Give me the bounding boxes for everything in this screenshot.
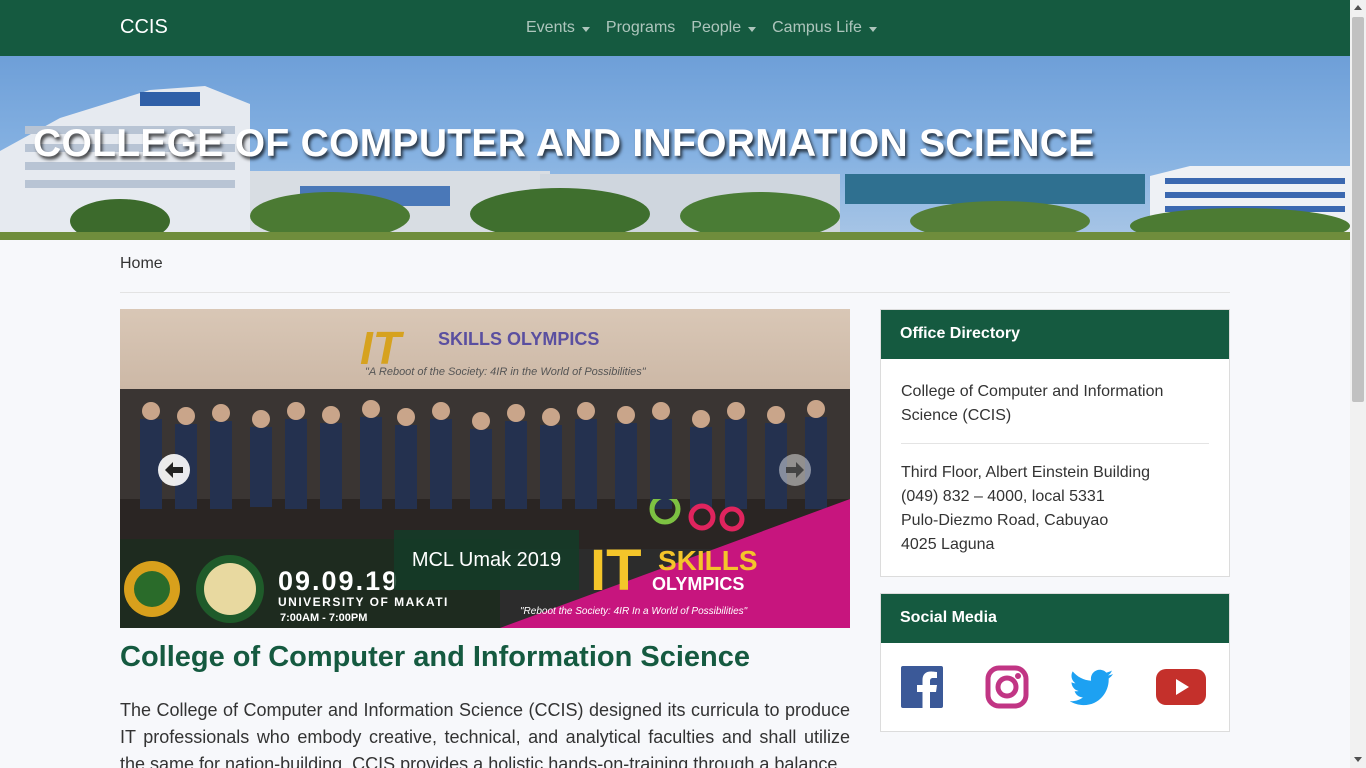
- caret-down-icon: [868, 26, 877, 32]
- caret-down-icon: [581, 26, 590, 32]
- carousel-caption: MCL Umak 2019: [394, 530, 579, 590]
- youtube-icon[interactable]: [1155, 665, 1207, 709]
- nav-programs-label: Programs: [605, 19, 676, 36]
- nav-campus-life[interactable]: Campus Life: [764, 19, 885, 37]
- event-carousel[interactable]: IT SKILLS OLYMPICS "A Reboot of the Soci…: [120, 309, 850, 628]
- arrow-left-icon: [165, 462, 183, 478]
- slide-time: 7:00AM - 7:00PM: [280, 612, 368, 624]
- social-icons-row: [900, 665, 1212, 709]
- address-line: 4025 Laguna: [901, 536, 995, 553]
- address-line: Third Floor, Albert Einstein Building: [901, 464, 1151, 481]
- breadcrumb-divider: [120, 292, 1230, 293]
- scroll-up-icon[interactable]: [1354, 5, 1362, 10]
- nav-people-label: People: [691, 19, 742, 36]
- twitter-icon[interactable]: [1070, 665, 1114, 709]
- main-nav: Events Programs People Campus Life: [518, 0, 885, 56]
- social-media-heading: Social Media: [881, 594, 1229, 643]
- scroll-down-icon[interactable]: [1354, 757, 1362, 762]
- breadcrumb-home[interactable]: Home: [120, 255, 163, 273]
- scrollbar-thumb[interactable]: [1352, 17, 1364, 402]
- directory-address: Third Floor, Albert Einstein Building (0…: [901, 461, 1150, 557]
- slide-olympics: OLYMPICS: [652, 574, 745, 594]
- nav-events-label: Events: [526, 19, 575, 36]
- address-line: (049) 832 – 4000, local 5331: [901, 488, 1105, 505]
- nav-events[interactable]: Events: [518, 19, 598, 37]
- directory-office-name: College of Computer and Information Scie…: [901, 383, 1164, 424]
- about-title: College of Computer and Information Scie…: [120, 641, 751, 673]
- nav-programs[interactable]: Programs: [598, 19, 683, 37]
- hero-title: COLLEGE OF COMPUTER AND INFORMATION SCIE…: [33, 122, 1095, 165]
- hero-banner: COLLEGE OF COMPUTER AND INFORMATION SCIE…: [0, 56, 1350, 240]
- office-directory-heading: Office Directory: [881, 310, 1229, 359]
- slide-tagline: "A Reboot of the Society: 4IR in the Wor…: [365, 366, 646, 378]
- nav-campus-life-label: Campus Life: [772, 19, 862, 36]
- slide-reboot: "Reboot the Society: 4IR In a World of P…: [520, 606, 748, 617]
- social-media-card: Social Media: [880, 593, 1230, 732]
- nav-people[interactable]: People: [683, 19, 764, 37]
- slide-date: 09.09.19: [278, 566, 400, 596]
- slide-university: UNIVERSITY OF MAKATI: [278, 595, 449, 609]
- brand-logo[interactable]: CCIS: [120, 16, 168, 39]
- slide-headline-sub: SKILLS OLYMPICS: [438, 329, 600, 349]
- about-text: The College of Computer and Information …: [120, 700, 850, 768]
- facebook-icon[interactable]: [900, 665, 944, 709]
- slide-skills: SKILLS: [658, 545, 758, 576]
- arrow-right-icon: [786, 462, 804, 478]
- caret-down-icon: [748, 26, 757, 32]
- carousel-next-button[interactable]: [779, 454, 811, 486]
- directory-divider: [901, 443, 1209, 444]
- address-line: Pulo-Diezmo Road, Cabuyao: [901, 512, 1109, 529]
- carousel-prev-button[interactable]: [158, 454, 190, 486]
- top-navbar: CCIS Events Programs People Campus Life: [0, 0, 1350, 56]
- office-directory-card: Office Directory College of Computer and…: [880, 309, 1230, 577]
- slide-it-logo: IT: [590, 538, 642, 603]
- instagram-icon[interactable]: [985, 665, 1029, 709]
